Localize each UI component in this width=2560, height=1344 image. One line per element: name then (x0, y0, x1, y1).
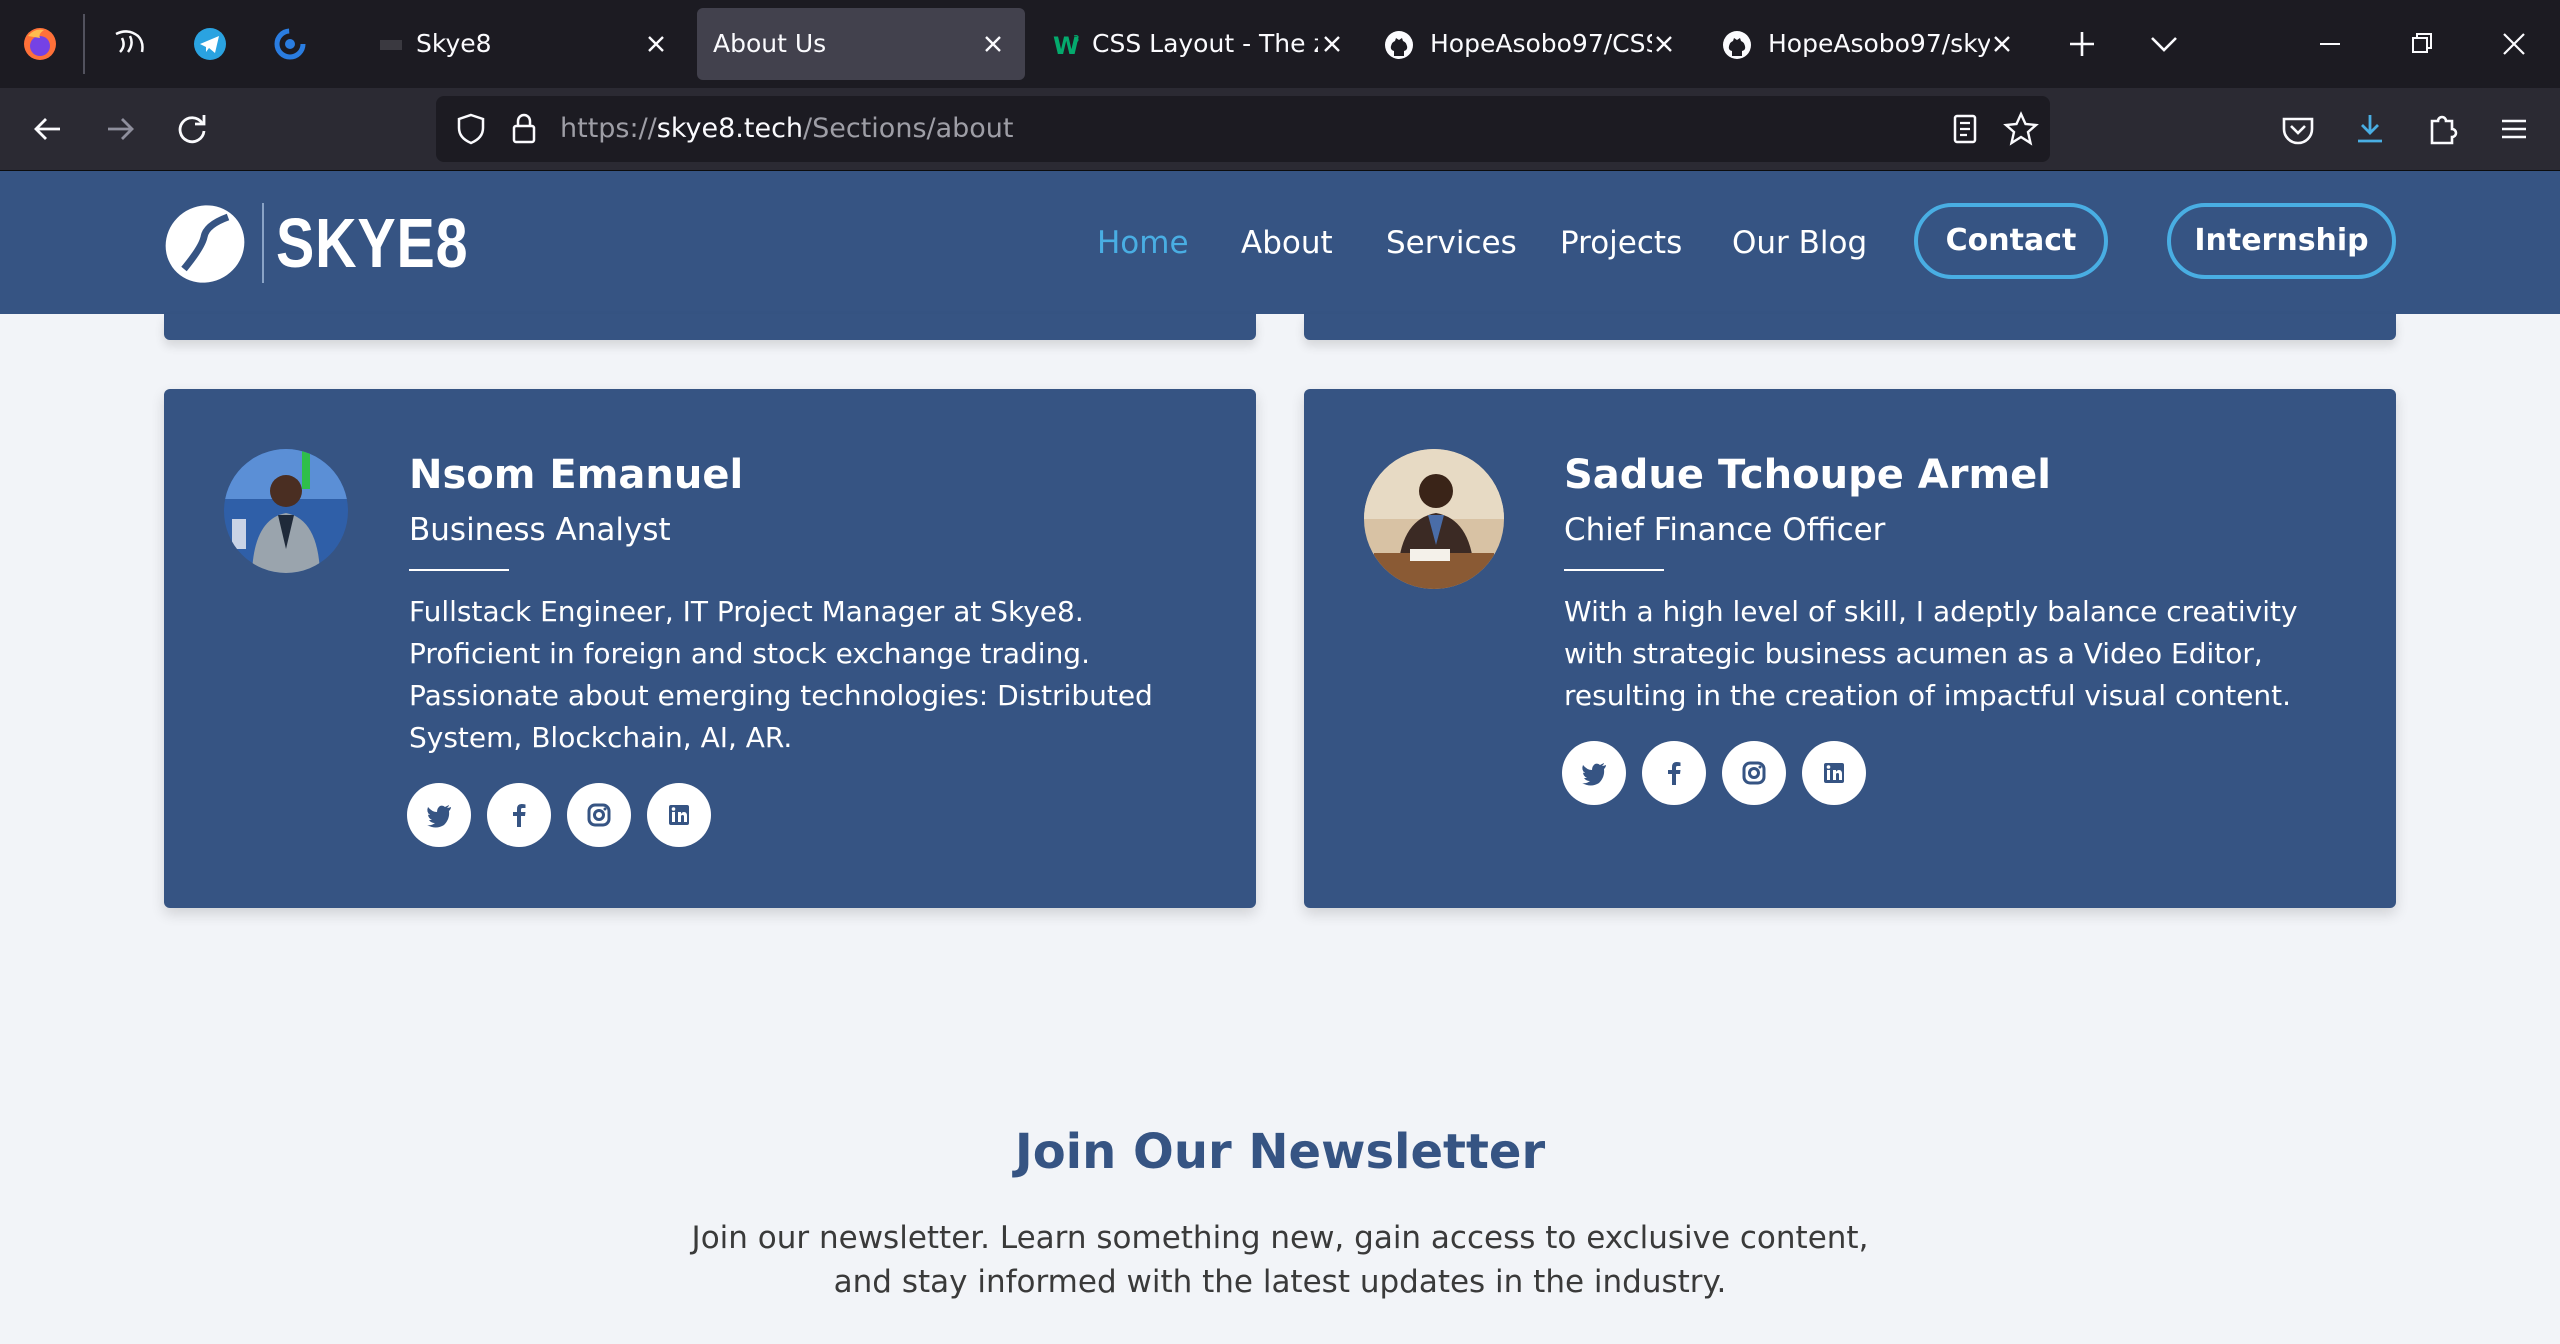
member-role: Chief Finance Officer (1564, 512, 1886, 548)
url-host: skye8.tech (656, 113, 804, 144)
tab-label: CSS Layout - The z-in (1092, 29, 1318, 58)
linkedin-icon (1824, 763, 1844, 783)
bookmark-star-icon[interactable] (2002, 110, 2040, 148)
minimize-icon[interactable] (2308, 22, 2352, 66)
nav-about[interactable]: About (1241, 217, 1333, 269)
facebook-link[interactable] (1642, 741, 1706, 805)
page-favicon-icon (380, 40, 402, 50)
social-links (407, 783, 711, 847)
team-card: Nsom Emanuel Business Analyst Fullstack … (164, 389, 1256, 908)
team-card-partial (164, 314, 1256, 340)
kali-dragon-icon[interactable] (108, 22, 152, 66)
back-icon[interactable] (26, 107, 70, 151)
member-name: Sadue Tchoupe Armel (1564, 452, 2051, 498)
linkedin-link[interactable] (647, 783, 711, 847)
logo-text[interactable]: SKYE8 (276, 195, 468, 291)
team-card: Sadue Tchoupe Armel Chief Finance Office… (1304, 389, 2396, 908)
tab-about-us[interactable]: About Us (697, 8, 1025, 80)
tab-label: HopeAsobo97/skye8 (1768, 29, 1990, 58)
twitter-icon (427, 805, 451, 828)
browser-nav-bar: https://skye8.tech/Sections/about (0, 88, 2560, 171)
extensions-icon[interactable] (2420, 107, 2464, 151)
nav-home[interactable]: Home (1097, 217, 1189, 269)
svg-text:3: 3 (1073, 34, 1079, 45)
person-photo-icon (224, 449, 348, 573)
nav-our-blog[interactable]: Our Blog (1732, 217, 1867, 269)
browser-tab-bar: Skye8 About Us W 3 CSS Layout - The z-in… (0, 0, 2560, 88)
tab-skye8[interactable]: Skye8 (362, 8, 682, 80)
restore-icon[interactable] (2400, 22, 2444, 66)
linkedin-link[interactable] (1802, 741, 1866, 805)
instagram-icon (587, 803, 611, 827)
member-role: Business Analyst (409, 512, 671, 548)
reader-view-icon[interactable] (1946, 110, 1984, 148)
shield-icon[interactable] (452, 110, 490, 148)
linkedin-icon (669, 805, 689, 825)
instagram-link[interactable] (567, 783, 631, 847)
close-icon[interactable] (1318, 30, 1346, 58)
tab-label: Skye8 (416, 29, 492, 58)
member-bio: With a high level of skill, I adeptly ba… (1564, 595, 2298, 712)
sync-app-icon[interactable] (268, 22, 312, 66)
instagram-icon (1742, 761, 1766, 785)
close-icon[interactable] (1650, 30, 1678, 58)
twitter-link[interactable] (407, 783, 471, 847)
github-icon (1723, 31, 1751, 59)
skye8-logo-icon[interactable] (162, 203, 248, 285)
facebook-icon (1668, 762, 1681, 785)
lock-icon[interactable] (506, 110, 542, 148)
divider (1564, 569, 1664, 571)
avatar (224, 449, 348, 573)
newsletter-text: Join our newsletter. Learn something new… (691, 1220, 1869, 1300)
github-icon (1385, 31, 1413, 59)
divider (409, 569, 509, 571)
tab-github-skye8[interactable]: HopeAsobo97/skye8 (1710, 8, 2020, 80)
contact-button[interactable]: Contact (1914, 203, 2108, 279)
internship-button[interactable]: Internship (2167, 203, 2396, 279)
person-photo-icon (1364, 449, 1504, 589)
url-scheme: https:// (560, 113, 657, 144)
social-links (1562, 741, 1866, 805)
member-bio: Fullstack Engineer, IT Project Manager a… (409, 595, 1153, 754)
avatar (1364, 449, 1504, 589)
logo-divider (262, 203, 264, 283)
tab-github-css[interactable]: HopeAsobo97/CSS-E (1372, 8, 1682, 80)
nav-projects[interactable]: Projects (1560, 217, 1682, 269)
telegram-icon[interactable] (188, 22, 232, 66)
pocket-icon[interactable] (2276, 107, 2320, 151)
twitter-icon (1582, 763, 1606, 786)
member-name: Nsom Emanuel (409, 452, 744, 498)
url-text[interactable]: https://skye8.tech/Sections/about (560, 96, 1014, 162)
new-tab-icon[interactable] (2060, 22, 2104, 66)
site-header: SKYE8 Home About Services Projects Our B… (0, 171, 2560, 314)
tab-label: HopeAsobo97/CSS-E (1430, 29, 1652, 58)
newsletter-title: Join Our Newsletter (1014, 1124, 1546, 1180)
url-bar[interactable]: https://skye8.tech/Sections/about (436, 96, 2050, 162)
instagram-link[interactable] (1722, 741, 1786, 805)
list-all-tabs-icon[interactable] (2142, 22, 2186, 66)
forward-icon[interactable] (98, 107, 142, 151)
facebook-icon (513, 804, 526, 827)
menu-icon[interactable] (2492, 107, 2536, 151)
tab-label: About Us (713, 29, 827, 58)
twitter-link[interactable] (1562, 741, 1626, 805)
close-icon[interactable] (1988, 30, 2016, 58)
close-icon[interactable] (642, 30, 670, 58)
w3schools-icon: W 3 (1053, 32, 1079, 60)
download-icon[interactable] (2348, 107, 2392, 151)
team-card-partial (1304, 314, 2396, 340)
facebook-link[interactable] (487, 783, 551, 847)
close-icon[interactable] (979, 30, 1007, 58)
reload-icon[interactable] (170, 107, 214, 151)
firefox-icon[interactable] (18, 22, 62, 66)
nav-services[interactable]: Services (1386, 217, 1517, 269)
window-close-icon[interactable] (2492, 22, 2536, 66)
tab-css-layout[interactable]: W 3 CSS Layout - The z-in (1040, 8, 1350, 80)
url-path: /Sections/about (803, 113, 1014, 144)
